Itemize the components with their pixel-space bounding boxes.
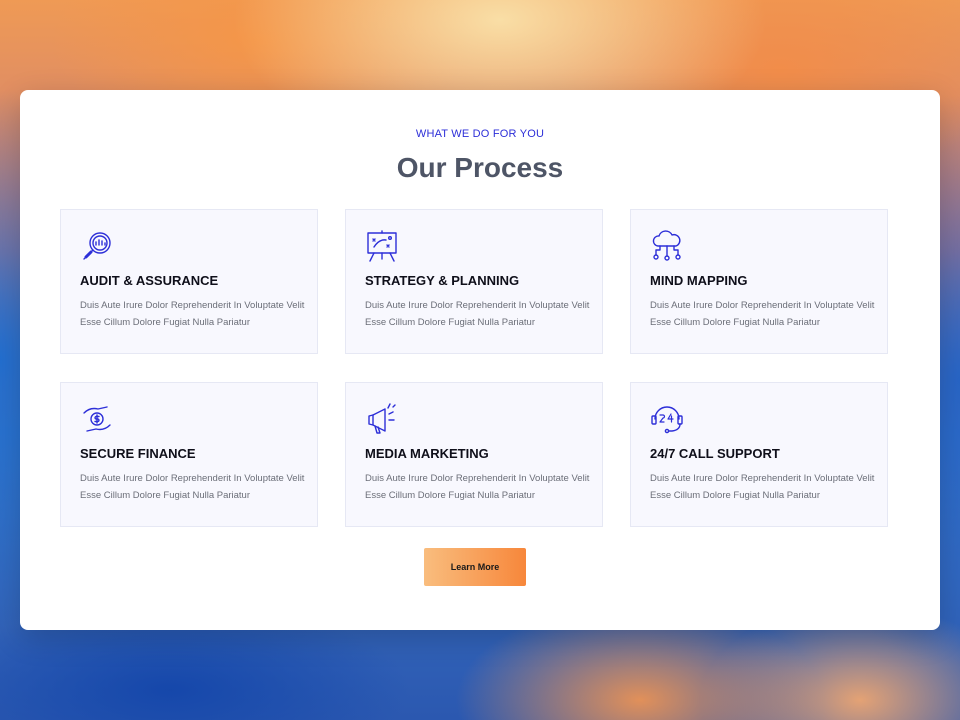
service-card-finance: SECURE FINANCE Duis Aute Irure Dolor Rep… <box>60 382 318 527</box>
section-eyebrow: WHAT WE DO FOR YOU <box>415 128 545 140</box>
service-title: 24/7 CALL SUPPORT <box>650 446 780 461</box>
service-card-mind-mapping: MIND MAPPING Duis Aute Irure Dolor Repre… <box>630 209 888 354</box>
service-description: Duis Aute Irure Dolor Reprehenderit In V… <box>80 473 305 501</box>
service-description: Duis Aute Irure Dolor Reprehenderit In V… <box>365 473 590 501</box>
headset-24-icon <box>650 402 684 436</box>
service-title: SECURE FINANCE <box>80 446 196 461</box>
service-description: Duis Aute Irure Dolor Reprehenderit In V… <box>650 300 875 328</box>
service-title: AUDIT & ASSURANCE <box>80 273 219 288</box>
service-card-strategy: STRATEGY & PLANNING Duis Aute Irure Dolo… <box>345 209 603 354</box>
service-description: Duis Aute Irure Dolor Reprehenderit In V… <box>365 300 590 328</box>
audit-magnifier-icon <box>80 229 114 263</box>
service-title: MEDIA MARKETING <box>365 446 489 461</box>
service-description: Duis Aute Irure Dolor Reprehenderit In V… <box>650 473 875 501</box>
section-title: Our Process <box>396 152 564 183</box>
service-card-audit: AUDIT & ASSURANCE Duis Aute Irure Dolor … <box>60 209 318 354</box>
service-title: MIND MAPPING <box>650 273 748 288</box>
hand-coin-icon <box>80 402 114 436</box>
learn-more-button[interactable]: Learn More <box>424 548 526 586</box>
service-card-support: 24/7 CALL SUPPORT Duis Aute Irure Dolor … <box>630 382 888 527</box>
cloud-network-icon <box>650 229 684 263</box>
strategy-board-icon <box>365 229 399 263</box>
service-title: STRATEGY & PLANNING <box>365 273 520 288</box>
service-card-marketing: MEDIA MARKETING Duis Aute Irure Dolor Re… <box>345 382 603 527</box>
process-card: WHAT WE DO FOR YOU Our Process AUDIT & A… <box>20 90 940 630</box>
megaphone-icon <box>365 402 399 436</box>
service-description: Duis Aute Irure Dolor Reprehenderit In V… <box>80 300 305 328</box>
